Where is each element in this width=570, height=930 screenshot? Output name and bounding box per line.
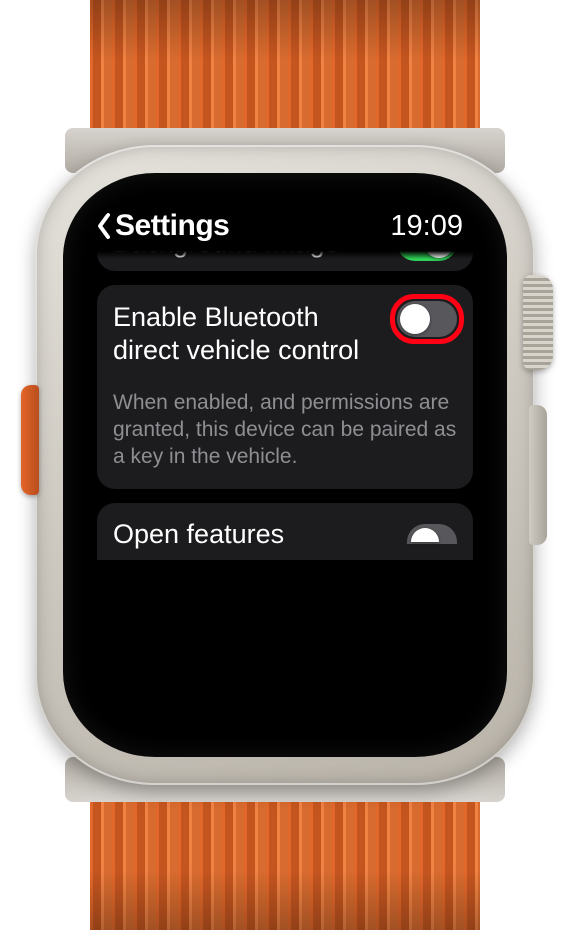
row-open-features[interactable]: Open features (97, 503, 473, 560)
row-background-image[interactable]: Background Image (97, 251, 473, 271)
toggle-background-image[interactable] (397, 251, 457, 261)
back-label: Settings (115, 209, 229, 243)
toggle-open-features[interactable] (407, 524, 457, 544)
toggle-bluetooth-control[interactable] (397, 301, 457, 337)
settings-scroll[interactable]: Background Image Enable Bluetooth direct… (85, 251, 485, 735)
toggle-row[interactable]: Enable Bluetooth direct vehicle control (113, 301, 457, 367)
watch-screen: Settings 19:09 Background Image Enable B… (85, 195, 485, 735)
row-description: When enabled, and permissions are grante… (113, 389, 457, 471)
row-bluetooth-control: Enable Bluetooth direct vehicle control … (97, 285, 473, 489)
row-label: Enable Bluetooth direct vehicle control (113, 301, 387, 367)
row-label: Background Image (113, 251, 340, 259)
action-button[interactable] (21, 385, 39, 495)
row-label: Open features (113, 519, 284, 550)
status-bar: Settings 19:09 (85, 195, 485, 249)
clock-time: 19:09 (390, 210, 463, 243)
chevron-left-icon (95, 211, 113, 241)
digital-crown[interactable] (523, 275, 553, 370)
watch-case: Settings 19:09 Background Image Enable B… (35, 145, 535, 785)
side-button[interactable] (529, 405, 547, 545)
watch-bezel: Settings 19:09 Background Image Enable B… (63, 173, 507, 757)
back-button[interactable]: Settings (95, 209, 229, 243)
